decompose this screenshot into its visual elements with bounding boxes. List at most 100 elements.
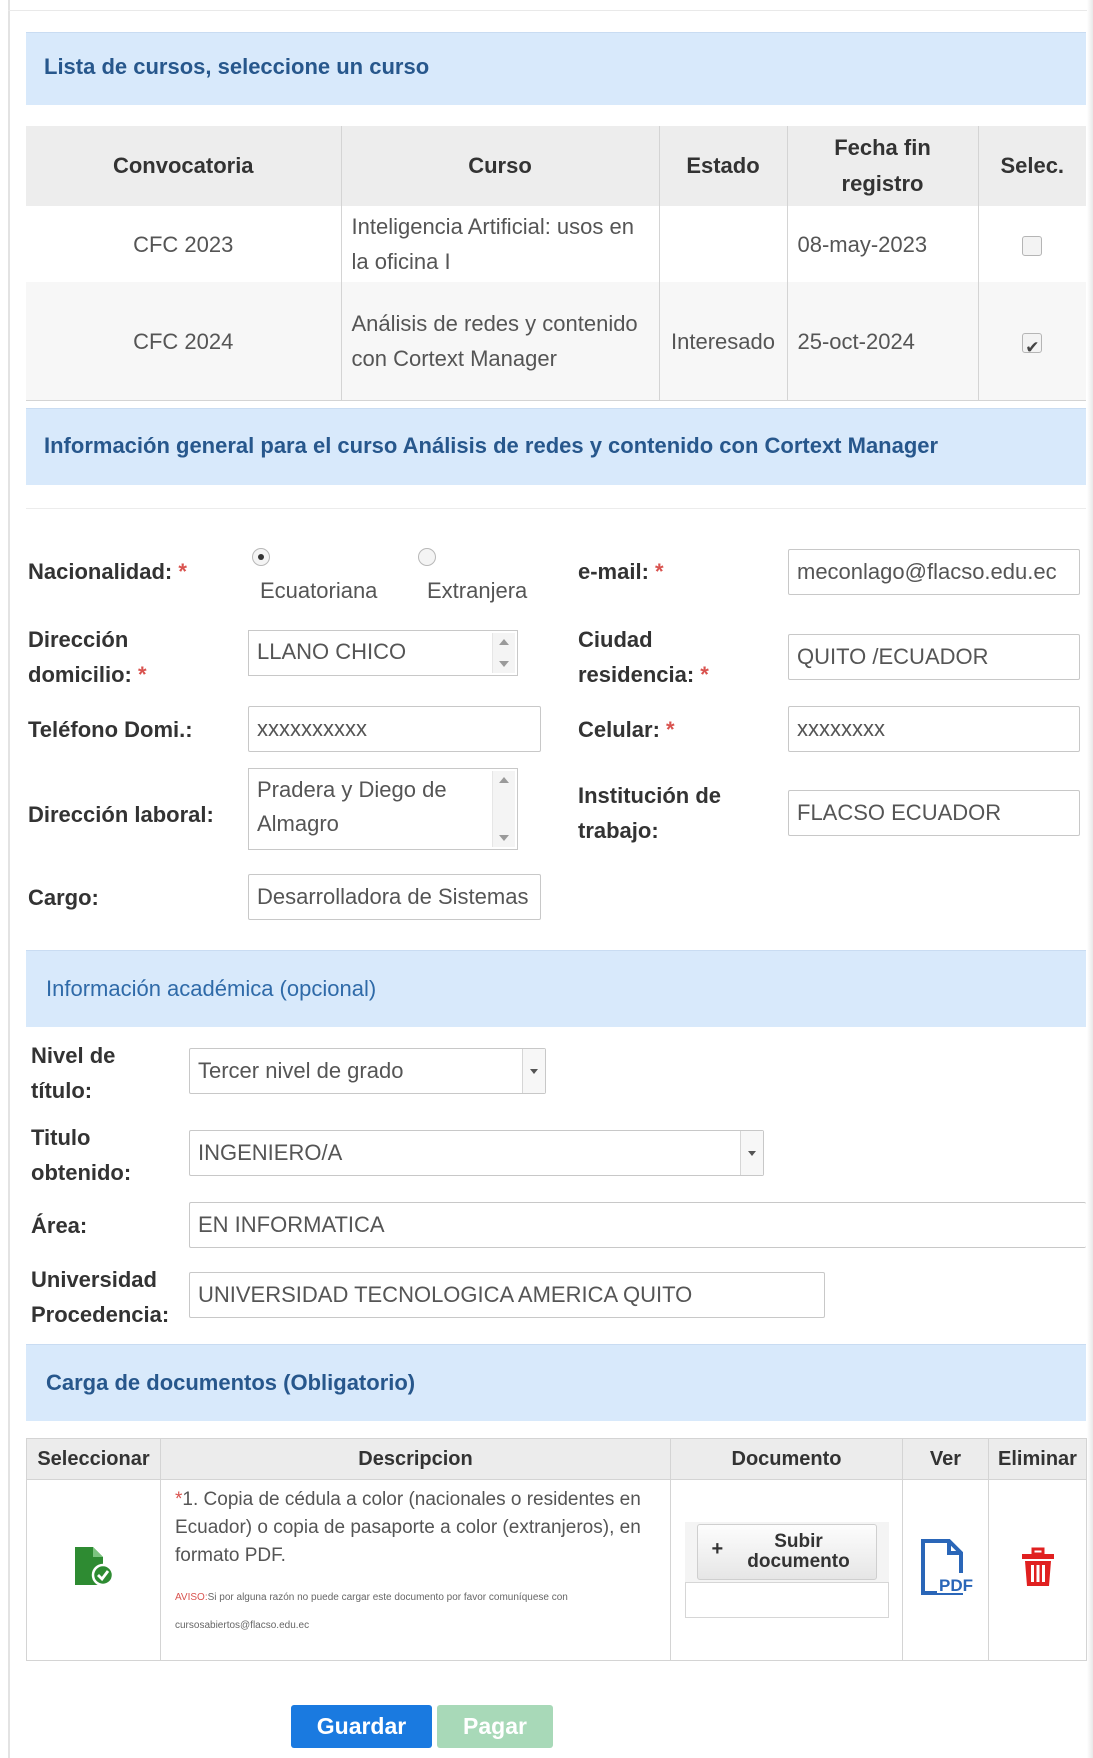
table-row: *1. Copia de cédula a color (nacionales … <box>26 1479 1087 1661</box>
cell-estado <box>658 206 787 282</box>
institucion-label: Institución de trabajo: <box>578 783 721 843</box>
col-convocatoria[interactable]: Convocatoria <box>26 126 341 206</box>
col-curso[interactable]: Curso <box>340 126 659 206</box>
course-checkbox[interactable] <box>1022 330 1043 365</box>
cell-curso: Inteligencia Artificial: usos en la ofic… <box>340 206 659 282</box>
scroll-up-icon[interactable] <box>499 639 509 645</box>
cargo-label: Cargo: <box>28 885 99 910</box>
scroll-down-icon[interactable] <box>499 835 509 841</box>
docs-panel-header: Carga de documentos (Obligatorio) <box>26 1344 1086 1421</box>
col-selec[interactable]: Selec. <box>977 126 1086 206</box>
direccion-laboral-value: Pradera y Diego de Almagro <box>257 777 447 836</box>
cell-seleccionar <box>26 1479 161 1661</box>
page: Lista de cursos, seleccione un curso Con… <box>0 0 1093 1758</box>
table-row[interactable]: CFC 2024 Análisis de redes y contenido c… <box>26 282 1086 401</box>
page-border <box>8 0 10 1758</box>
divider <box>26 508 1086 509</box>
universidad-label: Universidad Procedencia: <box>31 1267 170 1327</box>
radio-ecuatoriana-label: Ecuatoriana <box>260 578 378 603</box>
aviso-note: AVISO:Si por alguna razón no puede carga… <box>175 1584 658 1640</box>
titulo-obtenido-select[interactable]: INGENIERO/A <box>189 1130 764 1176</box>
cell-convocatoria: CFC 2024 <box>26 282 341 401</box>
courses-panel-title: Lista de cursos, seleccione un curso <box>44 54 430 79</box>
academic-panel-header: Información académica (opcional) <box>26 950 1086 1027</box>
course-checkbox[interactable] <box>1022 235 1043 256</box>
cell-curso: Análisis de redes y contenido con Cortex… <box>340 282 659 401</box>
direccion-domicilio-label: Dirección domicilio: * <box>28 627 147 687</box>
col-seleccionar: Seleccionar <box>26 1438 161 1480</box>
plus-icon: + <box>711 1538 724 1560</box>
titulo-obtenido-value: INGENIERO/A <box>198 1140 343 1165</box>
nacionalidad-label: Nacionalidad: * <box>28 559 187 584</box>
direccion-domicilio-field[interactable]: LLANO CHICO <box>248 630 518 676</box>
direccion-laboral-label: Dirección laboral: <box>28 802 214 827</box>
courses-header-row: Convocatoria Curso Estado Fecha fin regi… <box>26 126 1086 206</box>
direccion-laboral-field[interactable]: Pradera y Diego de Almagro <box>248 768 518 850</box>
upload-document-button[interactable]: + Subir documento <box>696 1524 877 1580</box>
cell-estado: Interesado <box>658 282 787 401</box>
description-text: 1. Copia de cédula a color (nacionales o… <box>175 1489 641 1566</box>
area-field[interactable]: EN INFORMATICA <box>189 1202 1086 1248</box>
docs-header-row: Seleccionar Descripcion Documento Ver El… <box>26 1438 1087 1480</box>
upload-filename-box <box>684 1582 889 1618</box>
aviso-text: Si por alguna razón no puede cargar este… <box>175 1592 568 1631</box>
pdf-label: PDF <box>939 1576 973 1595</box>
ciudad-residencia-field[interactable]: QUITO /ECUADOR <box>788 634 1080 680</box>
telefono-label: Teléfono Domi.: <box>28 717 193 742</box>
cell-fecha: 25-oct-2024 <box>786 282 978 401</box>
cell-eliminar <box>988 1479 1087 1661</box>
ciudad-residencia-label: Ciudad residencia: * <box>578 627 709 687</box>
telefono-field[interactable]: xxxxxxxxxx <box>248 706 541 752</box>
table-row[interactable]: CFC 2023 Inteligencia Artificial: usos e… <box>26 206 1086 282</box>
scroll-up-icon[interactable] <box>499 777 509 783</box>
cell-selec <box>977 282 1086 401</box>
pdf-icon[interactable]: PDF <box>917 1537 975 1597</box>
file-check-icon[interactable] <box>71 1545 117 1589</box>
radio-extranjera-label: Extranjera <box>427 578 528 603</box>
academic-panel-title: Información académica (opcional) <box>46 976 377 1001</box>
cell-convocatoria: CFC 2023 <box>26 206 341 282</box>
institucion-field[interactable]: FLACSO ECUADOR <box>788 790 1080 836</box>
nivel-titulo-select[interactable]: Tercer nivel de grado <box>189 1048 546 1094</box>
document-description: *1. Copia de cédula a color (nacionales … <box>161 1480 670 1640</box>
col-fecha-fin-registro[interactable]: Fecha fin registro <box>786 126 978 206</box>
chevron-down-icon[interactable] <box>522 1049 545 1093</box>
documents-table: Seleccionar Descripcion Documento Ver El… <box>26 1438 1087 1661</box>
chevron-down-icon[interactable] <box>740 1131 763 1175</box>
universidad-field[interactable]: UNIVERSIDAD TECNOLOGICA AMERICA QUITO <box>189 1272 825 1318</box>
general-info-panel-title: Información general para el curso Anális… <box>44 433 939 458</box>
cell-selec <box>977 206 1086 282</box>
col-descripcion: Descripcion <box>160 1438 671 1480</box>
cargo-field[interactable]: Desarrolladora de Sistemas <box>248 874 541 920</box>
page-top-border <box>8 10 1093 11</box>
radio-ecuatoriana[interactable] <box>252 548 270 566</box>
page-shadow <box>1087 0 1093 1758</box>
courses-table: Convocatoria Curso Estado Fecha fin regi… <box>26 126 1086 401</box>
nivel-titulo-label: Nivel de título: <box>31 1043 116 1103</box>
cell-descripcion: *1. Copia de cédula a color (nacionales … <box>160 1479 671 1661</box>
upload-area: + Subir documento <box>684 1522 889 1618</box>
col-estado[interactable]: Estado <box>658 126 787 206</box>
courses-panel-header: Lista de cursos, seleccione un curso <box>26 32 1086 105</box>
general-info-panel-header: Información general para el curso Anális… <box>26 408 1086 485</box>
direccion-domicilio-value: LLANO CHICO <box>257 639 407 664</box>
scroll-down-icon[interactable] <box>499 661 509 667</box>
celular-field[interactable]: xxxxxxxx <box>788 706 1080 752</box>
col-eliminar: Eliminar <box>988 1438 1087 1480</box>
scrollbar[interactable] <box>492 771 515 847</box>
col-ver: Ver <box>902 1438 989 1480</box>
nivel-titulo-value: Tercer nivel de grado <box>198 1058 404 1083</box>
trash-icon[interactable] <box>1021 1547 1055 1587</box>
cell-ver: PDF <box>902 1479 989 1661</box>
scrollbar[interactable] <box>492 633 515 673</box>
radio-extranjera[interactable] <box>418 548 436 566</box>
aviso-tag: AVISO: <box>175 1592 208 1603</box>
docs-panel-title: Carga de documentos (Obligatorio) <box>46 1370 416 1395</box>
cell-documento: + Subir documento <box>670 1479 903 1661</box>
celular-label: Celular: * <box>578 717 675 742</box>
email-field[interactable]: meconlago@flacso.edu.ec <box>788 549 1080 595</box>
area-label: Área: <box>31 1213 88 1238</box>
pagar-button[interactable]: Pagar <box>437 1705 553 1748</box>
col-documento: Documento <box>670 1438 903 1480</box>
guardar-button[interactable]: Guardar <box>291 1705 432 1748</box>
